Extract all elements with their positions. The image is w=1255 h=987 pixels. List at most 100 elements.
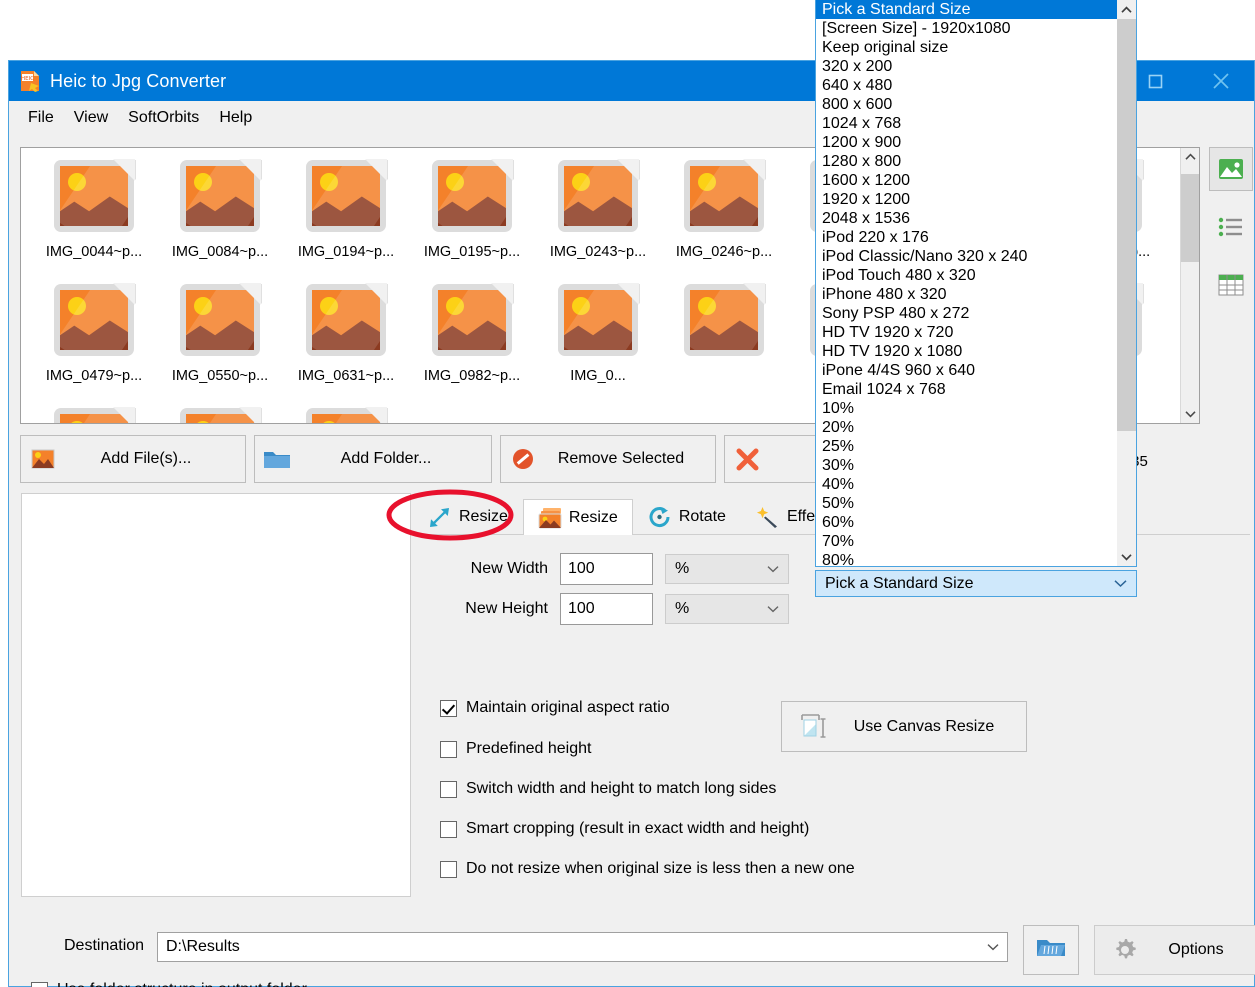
checkbox-label: Predefined height: [466, 740, 591, 758]
standard-size-option[interactable]: 25%: [816, 437, 1117, 456]
standard-size-combo[interactable]: Pick a Standard Size: [815, 570, 1137, 597]
checkbox-use-folder-structure[interactable]: Use folder structure in output folder: [31, 981, 307, 987]
standard-size-option[interactable]: 1280 x 800: [816, 152, 1117, 171]
standard-size-option[interactable]: 60%: [816, 513, 1117, 532]
new-height-row: New Height %: [413, 593, 789, 625]
thumbnail-item[interactable]: IMG_0084~p...: [157, 156, 283, 280]
use-canvas-resize-button[interactable]: Use Canvas Resize: [781, 701, 1027, 752]
standard-size-option[interactable]: Sony PSP 480 x 272: [816, 304, 1117, 323]
standard-size-option[interactable]: 320 x 200: [816, 57, 1117, 76]
thumbnail-item[interactable]: [283, 404, 409, 423]
thumbnail-item[interactable]: IMG_0044~p...: [31, 156, 157, 280]
standard-size-option[interactable]: Keep original size: [816, 38, 1117, 57]
checkbox-do-not-resize-smaller[interactable]: Do not resize when original size is less…: [440, 860, 855, 878]
options-label: Options: [1155, 941, 1255, 959]
thumbnail-scrollbar[interactable]: [1180, 148, 1199, 423]
thumbnail-item[interactable]: IMG_0982~p...: [409, 280, 535, 404]
menu-item-file[interactable]: File: [20, 105, 62, 131]
remove-selected-button[interactable]: Remove Selected: [500, 435, 716, 483]
height-unit-select[interactable]: %: [665, 594, 789, 624]
standard-size-option[interactable]: 40%: [816, 475, 1117, 494]
checkbox-box[interactable]: [440, 741, 457, 758]
standard-size-option[interactable]: 20%: [816, 418, 1117, 437]
thumbnail-item[interactable]: [661, 280, 787, 404]
checkbox-box[interactable]: [440, 700, 457, 717]
standard-size-option[interactable]: 1200 x 900: [816, 133, 1117, 152]
checkbox-box[interactable]: [31, 982, 48, 987]
width-unit-select[interactable]: %: [665, 554, 789, 584]
standard-size-option[interactable]: iPod 220 x 176: [816, 228, 1117, 247]
tab-resize-image[interactable]: Resize: [523, 499, 633, 535]
thumbnail-item[interactable]: IMG_0479~p...: [31, 280, 157, 404]
dropdown-scrollbar[interactable]: [1117, 0, 1136, 566]
thumbnail-item[interactable]: IMG_0246~p...: [661, 156, 787, 280]
details-view-icon[interactable]: [1209, 263, 1253, 307]
thumbnail-item[interactable]: IMG_0243~p...: [535, 156, 661, 280]
close-button[interactable]: [1188, 61, 1254, 101]
standard-size-option[interactable]: HD TV 1920 x 720: [816, 323, 1117, 342]
menu-item-view[interactable]: View: [66, 105, 116, 131]
remove-selected-label: Remove Selected: [545, 450, 715, 468]
thumbnail-item[interactable]: IMG_0195~p...: [409, 156, 535, 280]
tab-resize-arrows[interactable]: Resize: [413, 499, 523, 534]
scroll-up-icon[interactable]: [1117, 0, 1136, 19]
image-stack-icon: [538, 507, 562, 529]
checkbox-box[interactable]: [440, 861, 457, 878]
scrollbar-thumb[interactable]: [1181, 174, 1199, 262]
standard-size-option[interactable]: 50%: [816, 494, 1117, 513]
photo-placeholder-icon: [300, 280, 392, 364]
thumbnail-item[interactable]: [157, 404, 283, 423]
add-folder-button[interactable]: Add Folder...: [254, 435, 492, 483]
checkbox-smart-cropping[interactable]: Smart cropping (result in exact width an…: [440, 820, 809, 838]
standard-size-option[interactable]: iPod Touch 480 x 320: [816, 266, 1117, 285]
standard-size-option[interactable]: 800 x 600: [816, 95, 1117, 114]
menu-item-help[interactable]: Help: [211, 105, 260, 131]
scroll-down-icon[interactable]: [1117, 547, 1136, 566]
thumbnail-item[interactable]: [31, 404, 157, 423]
standard-size-option[interactable]: 640 x 480: [816, 76, 1117, 95]
standard-size-option[interactable]: 1600 x 1200: [816, 171, 1117, 190]
thumbnail-item[interactable]: IMG_0631~p...: [283, 280, 409, 404]
file-toolbar: Add File(s)... Add Folder...: [20, 435, 924, 483]
checkbox-predefined-height[interactable]: Predefined height: [440, 740, 591, 758]
scrollbar-thumb[interactable]: [1117, 19, 1136, 431]
checkbox-box[interactable]: [440, 781, 457, 798]
standard-size-option[interactable]: iPhone 480 x 320: [816, 285, 1117, 304]
standard-size-option[interactable]: iPone 4/4S 960 x 640: [816, 361, 1117, 380]
destination-label: Destination: [64, 937, 144, 955]
thumbnail-item[interactable]: IMG_0...: [535, 280, 661, 404]
new-width-input[interactable]: [560, 553, 653, 585]
destination-combo[interactable]: D:\Results: [157, 932, 1008, 962]
photo-placeholder-icon: [174, 280, 266, 364]
scroll-down-icon[interactable]: [1181, 405, 1199, 423]
standard-size-option[interactable]: 1024 x 768: [816, 114, 1117, 133]
folder-icon: [255, 449, 299, 470]
standard-size-dropdown-list[interactable]: Pick a Standard Size[Screen Size] - 1920…: [815, 0, 1137, 567]
standard-size-option[interactable]: 2048 x 1536: [816, 209, 1117, 228]
standard-size-option[interactable]: 70%: [816, 532, 1117, 551]
standard-size-option[interactable]: HD TV 1920 x 1080: [816, 342, 1117, 361]
thumbnail-view-icon[interactable]: [1209, 147, 1253, 191]
standard-size-option[interactable]: 30%: [816, 456, 1117, 475]
options-button[interactable]: Options: [1094, 925, 1255, 975]
scroll-up-icon[interactable]: [1181, 148, 1199, 166]
standard-size-options: Pick a Standard Size[Screen Size] - 1920…: [816, 0, 1117, 566]
list-view-icon[interactable]: [1209, 205, 1253, 249]
standard-size-option[interactable]: [Screen Size] - 1920x1080: [816, 19, 1117, 38]
checkbox-switch-width-height[interactable]: Switch width and height to match long si…: [440, 780, 776, 798]
standard-size-option[interactable]: Pick a Standard Size: [816, 0, 1117, 19]
standard-size-option[interactable]: Email 1024 x 768: [816, 380, 1117, 399]
checkbox-box[interactable]: [440, 821, 457, 838]
standard-size-option[interactable]: 1920 x 1200: [816, 190, 1117, 209]
menu-item-softorbits[interactable]: SoftOrbits: [120, 105, 207, 131]
browse-destination-button[interactable]: [1023, 925, 1079, 975]
add-files-button[interactable]: Add File(s)...: [20, 435, 246, 483]
standard-size-option[interactable]: iPod Classic/Nano 320 x 240: [816, 247, 1117, 266]
thumbnail-item[interactable]: IMG_0550~p...: [157, 280, 283, 404]
thumbnail-item[interactable]: IMG_0194~p...: [283, 156, 409, 280]
checkbox-maintain-aspect-ratio[interactable]: Maintain original aspect ratio: [440, 699, 670, 717]
standard-size-option[interactable]: 10%: [816, 399, 1117, 418]
standard-size-option[interactable]: 80%: [816, 551, 1117, 566]
new-height-input[interactable]: [560, 593, 653, 625]
tab-rotate[interactable]: Rotate: [633, 499, 741, 534]
